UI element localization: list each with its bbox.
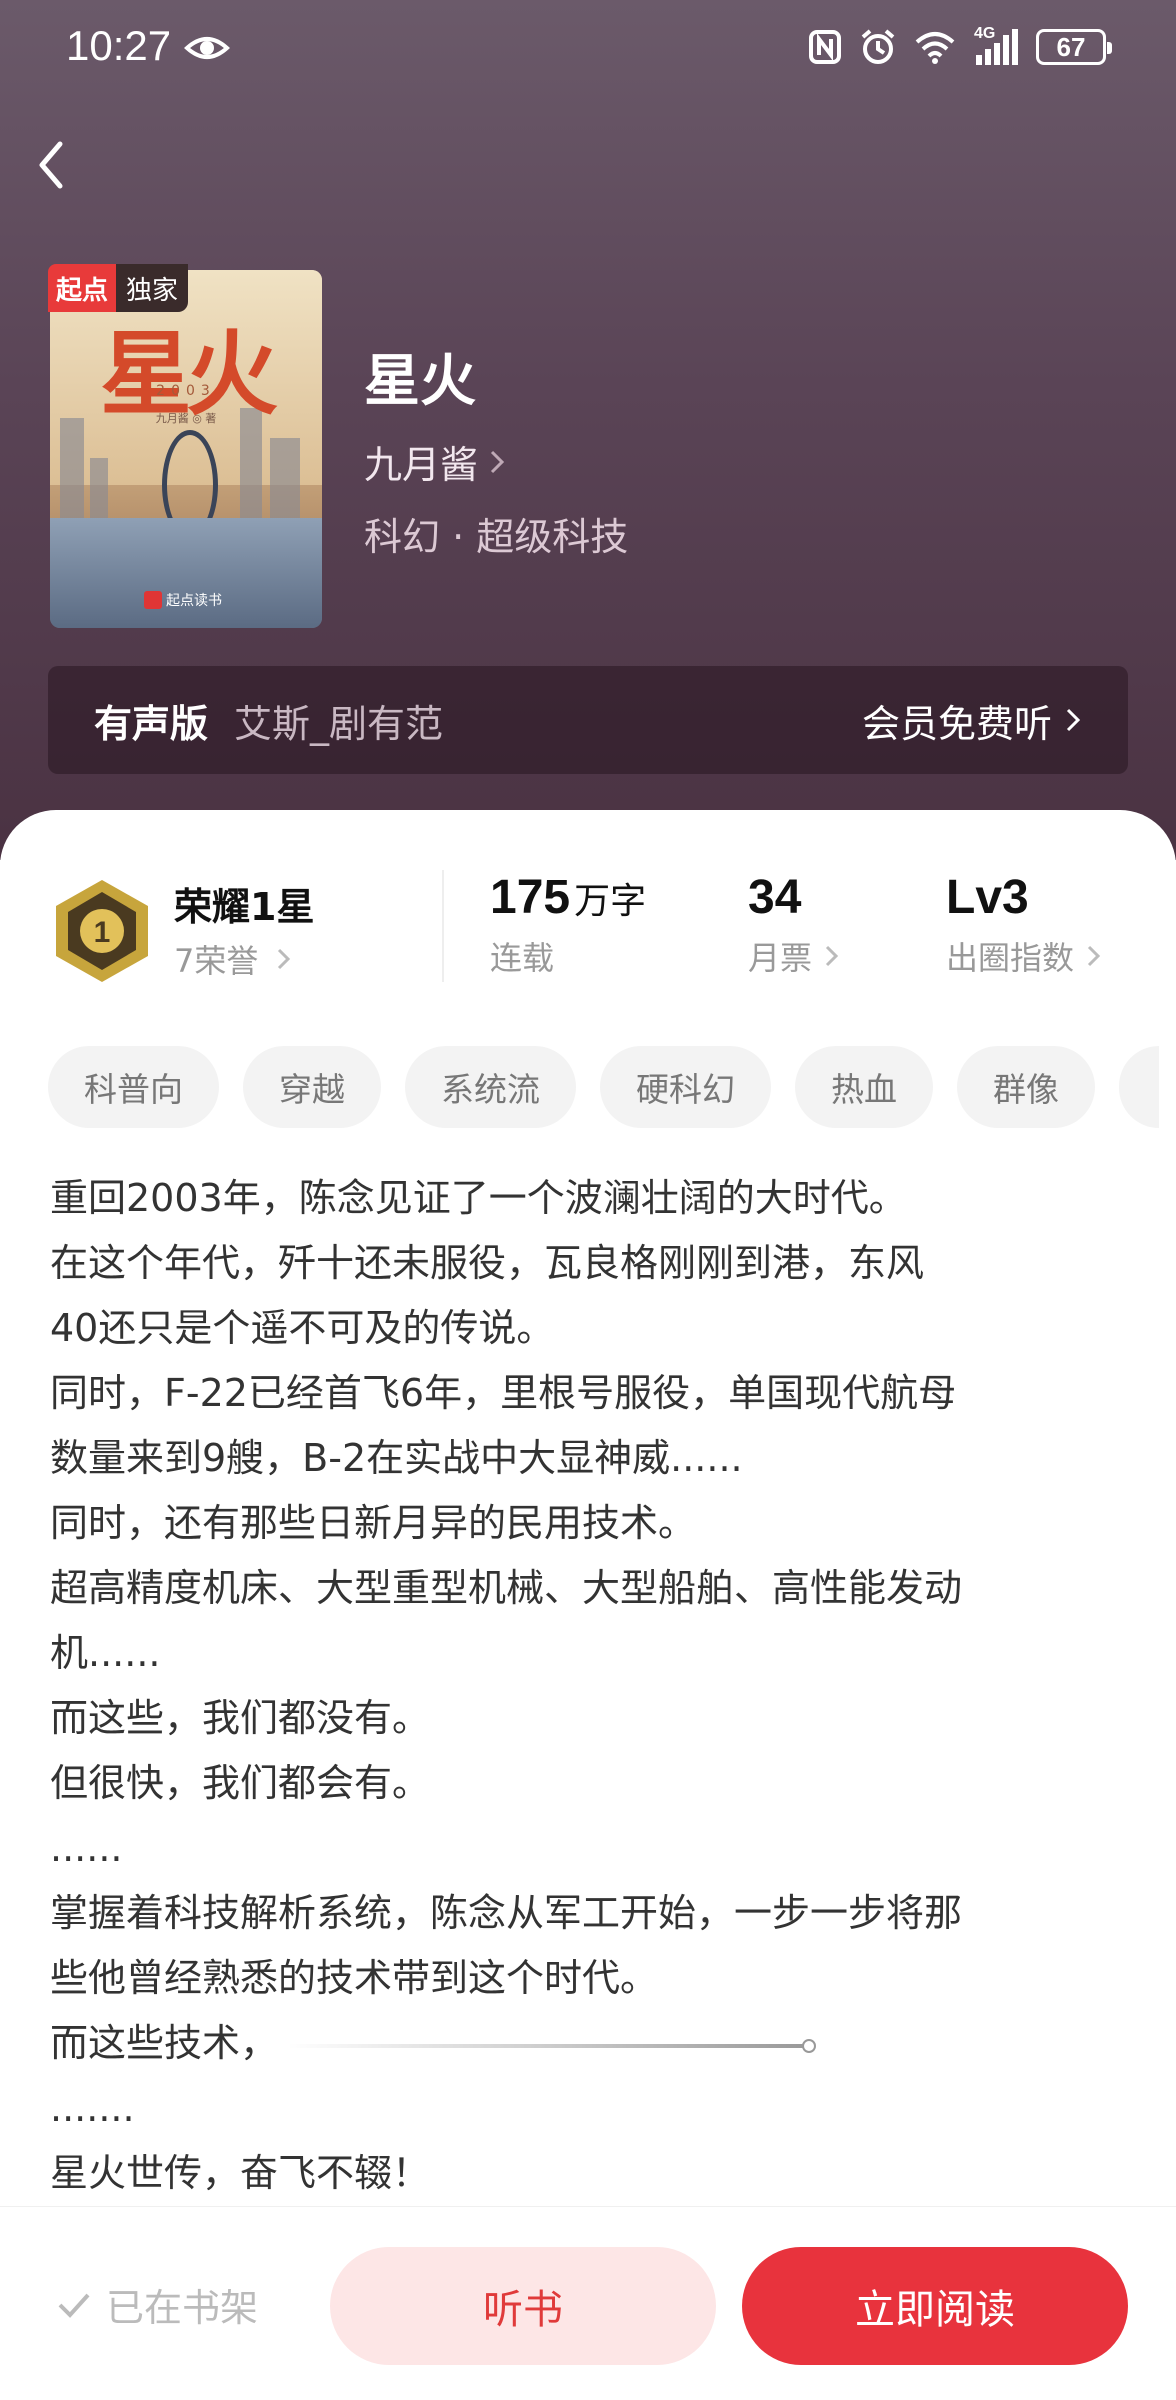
synopsis-line: 而这些，我们都没有。 <box>50 1696 431 1740</box>
synopsis-line: 但很快，我们都会有。 <box>50 1761 431 1805</box>
book-genre: 科幻 · 超级科技 <box>364 515 629 559</box>
tag-chip[interactable]: 硬科幻 <box>600 1046 771 1128</box>
check-icon <box>58 2293 90 2318</box>
book-cover[interactable]: 星火 2003 九月酱 ◎ 著 起点读书 <box>50 270 322 628</box>
serial-status: 连载 <box>490 939 555 977</box>
honor-title: 荣耀1星 <box>174 885 315 929</box>
read-now-button[interactable]: 立即阅读 <box>742 2247 1128 2365</box>
word-count-unit: 万字 <box>574 881 647 922</box>
chevron-right-icon <box>825 945 839 967</box>
book-details-card: 1 荣耀1星 7荣誉 175 万字 连载 34 月票 Lv3 出圈指数 科普向 … <box>0 810 1176 2400</box>
tag-chip-overflow[interactable] <box>1119 1046 1159 1128</box>
synopsis-line: 重回2003年，陈念见证了一个波澜壮阔的大时代。 <box>50 1176 907 1220</box>
audio-version-bar[interactable]: 有声版 艾斯_剧有范 会员免费听 <box>48 666 1128 774</box>
author-name: 九月酱 <box>364 443 479 487</box>
tag-chip[interactable]: 群像 <box>957 1046 1095 1128</box>
badge-exclusive: 独家 <box>116 264 189 312</box>
audio-label: 有声版 <box>94 701 209 746</box>
tag-list: 科普向 穿越 系统流 硬科幻 热血 群像 <box>48 1046 1159 1128</box>
book-title: 星火 <box>364 349 476 414</box>
synopsis-line: 星火世传，奋飞不辍！ <box>50 2151 431 2195</box>
chevron-right-icon <box>1087 945 1101 967</box>
status-bar: 10:27 4G 67 <box>0 0 1176 100</box>
word-count-stat: 175 万字 连载 <box>490 870 646 979</box>
stats-row: 1 荣耀1星 7荣誉 175 万字 连载 34 月票 Lv3 出圈指数 <box>0 810 1176 1010</box>
popularity-index-stat[interactable]: Lv3 出圈指数 <box>946 870 1102 979</box>
tag-chip[interactable]: 科普向 <box>48 1046 219 1128</box>
synopsis-line: ...... <box>50 1826 123 1870</box>
monthly-tickets-value: 34 <box>748 871 802 924</box>
network-type: 4G <box>974 25 996 42</box>
synopsis-line: 数量来到9艘，B-2在实战中大显神威...... <box>50 1436 743 1480</box>
synopsis-line: 同时，还有那些日新月异的民用技术。 <box>50 1501 697 1545</box>
on-shelf-button[interactable]: 已在书架 <box>56 2277 258 2332</box>
cover-publisher: 起点读书 <box>144 590 222 610</box>
battery-indicator: 67 <box>1036 29 1112 65</box>
cover-author: 九月酱 ◎ 著 <box>155 412 217 425</box>
tag-chip[interactable]: 穿越 <box>243 1046 381 1128</box>
honor-medal-icon: 1 <box>56 880 148 982</box>
book-synopsis: 重回2003年，陈念见证了一个波澜壮阔的大时代。 在这个年代，歼十还未服役，瓦良… <box>50 1166 1130 2206</box>
synopsis-line: 40还只是个遥不可及的传说。 <box>50 1306 555 1350</box>
synopsis-line: 些他曾经熟悉的技术带到这个时代。 <box>50 1956 659 2000</box>
back-button[interactable] <box>28 130 88 200</box>
tag-chip[interactable]: 热血 <box>795 1046 933 1128</box>
synopsis-line: 在这个年代，歼十还未服役，瓦良格刚刚到港，东风 <box>50 1241 925 1285</box>
listen-button[interactable]: 听书 <box>330 2247 716 2365</box>
cover-year: 2003 <box>156 383 216 399</box>
svg-text:1: 1 <box>94 916 111 949</box>
bottom-action-bar: 已在书架 听书 立即阅读 <box>0 2206 1176 2400</box>
audio-narrator: 艾斯_剧有范 <box>234 701 444 746</box>
eye-icon <box>184 37 230 59</box>
word-count-value: 175 <box>490 871 571 924</box>
tag-chip[interactable]: 系统流 <box>405 1046 576 1128</box>
hidden-text-bar <box>288 2038 817 2053</box>
signal-icon: 4G <box>974 25 1018 65</box>
monthly-tickets-label: 月票 <box>748 939 813 977</box>
synopsis-line: ....... <box>50 2086 135 2130</box>
member-free-listen[interactable]: 会员免费听 <box>862 693 1082 748</box>
synopsis-line-redacted: 而这些技术， <box>50 2011 1130 2076</box>
status-icons: 4G 67 <box>808 25 1112 66</box>
chevron-right-icon <box>278 948 291 970</box>
chevron-right-icon <box>490 450 505 473</box>
synopsis-line: 机...... <box>50 1631 161 1675</box>
alarm-icon <box>861 29 895 64</box>
honor-link[interactable]: 7荣誉 <box>174 936 292 982</box>
wifi-icon <box>915 32 955 64</box>
exclusive-badge: 起点 独家 <box>48 264 189 312</box>
popularity-label: 出圈指数 <box>946 939 1075 977</box>
monthly-tickets-stat[interactable]: 34 月票 <box>748 870 840 979</box>
badge-brand: 起点 <box>48 264 117 312</box>
synopsis-line: 掌握着科技解析系统，陈念从军工开始，一步一步将那 <box>50 1891 963 1935</box>
nfc-icon <box>809 30 841 64</box>
synopsis-line: 同时，F-22已经首飞6年，里根号服役，单国现代航母 <box>50 1371 957 1415</box>
popularity-level: Lv3 <box>946 871 1029 924</box>
publisher-logo-icon <box>144 591 162 609</box>
stat-divider <box>442 870 444 982</box>
synopsis-line: 超高精度机床、大型重型机械、大型船舶、高性能发动 <box>50 1566 963 1610</box>
status-time: 10:27 <box>66 22 172 69</box>
author-link[interactable]: 九月酱 <box>364 434 506 489</box>
chevron-right-icon <box>1066 708 1081 732</box>
